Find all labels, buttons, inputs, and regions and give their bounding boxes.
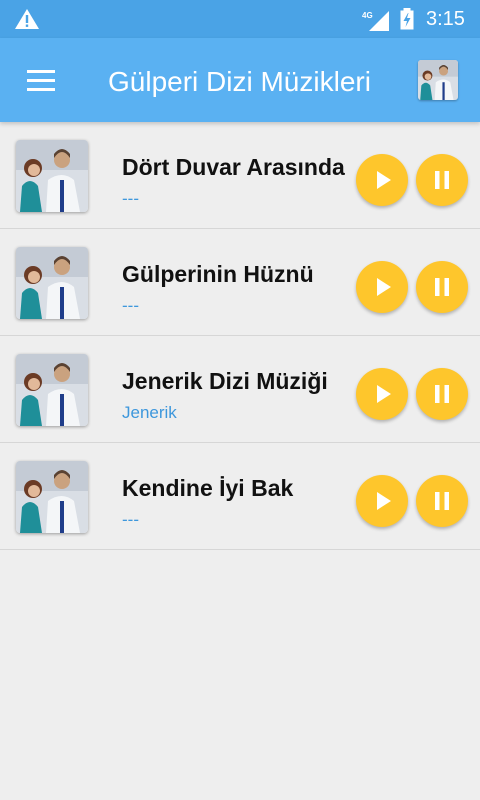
- song-list: Dört Duvar Arasında --- Gülperinin Hüznü…: [0, 122, 480, 550]
- play-icon: [377, 171, 391, 189]
- play-icon: [377, 278, 391, 296]
- song-thumbnail: [16, 354, 88, 426]
- app-title: Gülperi Dizi Müzikleri: [108, 66, 371, 97]
- play-button[interactable]: [356, 475, 408, 527]
- pause-icon: [435, 171, 449, 189]
- pause-button[interactable]: [416, 475, 468, 527]
- battery-charging-icon: [400, 8, 414, 30]
- song-title: Gülperinin Hüznü: [122, 261, 314, 287]
- song-subtitle: ---: [122, 296, 139, 315]
- list-item[interactable]: Dört Duvar Arasında ---: [0, 122, 480, 229]
- pause-button[interactable]: [416, 368, 468, 420]
- signal-icon: 4G: [362, 11, 389, 31]
- pause-icon: [435, 278, 449, 296]
- play-icon: [377, 492, 391, 510]
- status-bar: 4G 3:15: [0, 0, 480, 38]
- pause-icon: [435, 492, 449, 510]
- list-item[interactable]: Kendine İyi Bak ---: [0, 443, 480, 550]
- pause-icon: [435, 385, 449, 403]
- song-thumbnail: [16, 140, 88, 212]
- song-title: Dört Duvar Arasında: [122, 154, 345, 180]
- pause-button[interactable]: [416, 261, 468, 313]
- play-icon: [377, 385, 391, 403]
- app-bar: Gülperi Dizi Müzikleri: [0, 38, 480, 122]
- series-cover-thumbnail[interactable]: [418, 60, 458, 100]
- song-title: Jenerik Dizi Müziği: [122, 368, 328, 394]
- play-button[interactable]: [356, 154, 408, 206]
- warning-icon: [15, 9, 39, 29]
- play-button[interactable]: [356, 368, 408, 420]
- song-thumbnail: [16, 461, 88, 533]
- song-title: Kendine İyi Bak: [122, 475, 294, 501]
- play-button[interactable]: [356, 261, 408, 313]
- song-thumbnail: [16, 247, 88, 319]
- song-subtitle: Jenerik: [122, 403, 177, 422]
- status-time: 3:15: [426, 8, 465, 30]
- network-type-label: 4G: [362, 11, 373, 20]
- song-subtitle: ---: [122, 510, 139, 529]
- song-subtitle: ---: [122, 189, 139, 208]
- hamburger-menu-icon[interactable]: [22, 66, 62, 96]
- list-item[interactable]: Jenerik Dizi Müziği Jenerik: [0, 336, 480, 443]
- list-item[interactable]: Gülperinin Hüznü ---: [0, 229, 480, 336]
- pause-button[interactable]: [416, 154, 468, 206]
